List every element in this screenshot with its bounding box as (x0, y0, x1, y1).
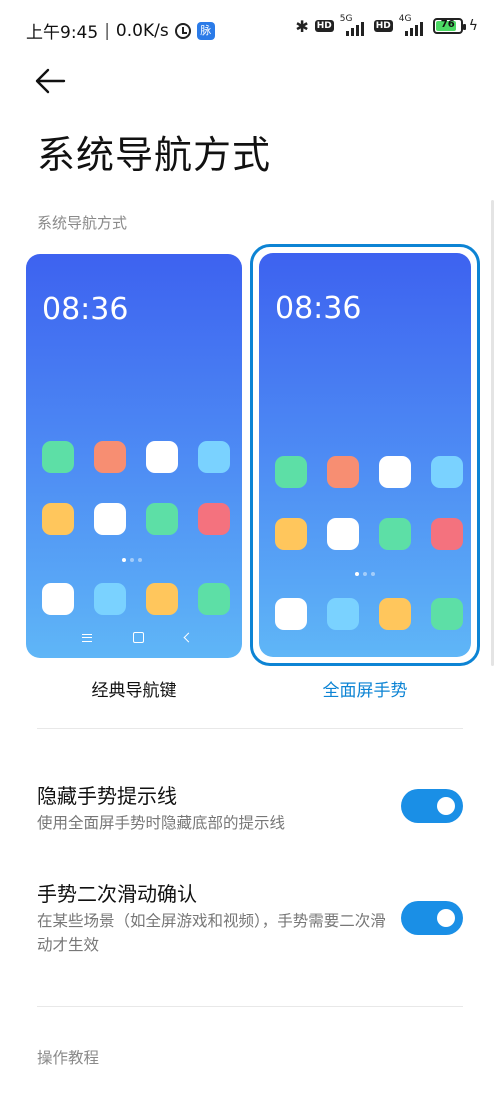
app-tile (327, 518, 359, 550)
hide-hint-line-description: 使用全面屏手势时隐藏底部的提示线 (37, 814, 286, 832)
dock-tile (431, 598, 463, 630)
section-title: 系统导航方式 (37, 214, 128, 232)
battery-level: 76 (440, 19, 455, 30)
app-tile (379, 456, 411, 488)
status-left: 上午9:45 | 0.0K/s 脉 (26, 18, 215, 43)
app-tile (94, 503, 126, 535)
cellular-signal-icon-1: 5G (340, 14, 368, 36)
gesture-nav-preview[interactable]: 08:36 (259, 253, 471, 657)
nav-keys (82, 632, 194, 643)
page-dots (355, 572, 375, 576)
dock-tile (146, 583, 178, 615)
app-tile (431, 456, 463, 488)
dock-tile (42, 583, 74, 615)
app-notification-badge: 脉 (196, 21, 215, 40)
app-tile (275, 456, 307, 488)
app-tile (94, 441, 126, 473)
gesture-nav-label[interactable]: 全面屏手势 (259, 676, 471, 701)
preview-clock: 08:36 (42, 292, 129, 327)
app-tile (327, 456, 359, 488)
double-swipe-confirm-toggle[interactable] (401, 901, 463, 935)
battery-icon: 76 (432, 18, 466, 34)
app-tile (146, 503, 178, 535)
hide-hint-line-title: 隐藏手势提示线 (37, 784, 177, 808)
status-time: 上午9:45 (26, 23, 99, 43)
status-separator: | (104, 20, 110, 41)
status-bar: 上午9:45 | 0.0K/s 脉 ✱ HD 5G HD 4G 76 ϟ (0, 0, 500, 58)
app-tile (42, 441, 74, 473)
charging-icon: ϟ (468, 18, 478, 34)
preview-clock: 08:36 (275, 291, 362, 326)
app-grid (275, 456, 463, 550)
app-tile (146, 441, 178, 473)
back-key-icon (183, 632, 194, 643)
toggle-knob (437, 797, 455, 815)
app-tile (379, 518, 411, 550)
dock-tile (327, 598, 359, 630)
page-dots (122, 558, 142, 562)
tutorial-link[interactable]: 操作教程 (37, 1046, 99, 1068)
app-tile (198, 503, 230, 535)
alarm-icon (174, 22, 191, 39)
cellular-signal-icon-2: 4G (399, 14, 427, 36)
status-right: ✱ HD 5G HD 4G 76 ϟ (295, 14, 478, 36)
menu-key-icon (82, 633, 92, 642)
network-speed: 0.0K/s (115, 20, 169, 41)
page-title: 系统导航方式 (37, 133, 272, 177)
hide-hint-line-toggle[interactable] (401, 789, 463, 823)
toggle-knob (437, 909, 455, 927)
divider (37, 1006, 463, 1007)
classic-nav-label[interactable]: 经典导航键 (26, 676, 242, 701)
double-swipe-confirm-description: 在某些场景（如全屏游戏和视频），手势需要二次滑动才生效 (37, 912, 386, 954)
scrollbar[interactable] (491, 200, 494, 666)
dock-tile (379, 598, 411, 630)
divider (37, 728, 463, 729)
double-swipe-confirm-title: 手势二次滑动确认 (37, 882, 197, 906)
back-arrow-icon[interactable] (34, 66, 68, 96)
dock (275, 598, 463, 630)
bluetooth-icon: ✱ (295, 16, 309, 36)
hd-badge-1: HD (314, 20, 334, 32)
classic-nav-preview[interactable]: 08:36 (26, 254, 242, 658)
app-grid (42, 441, 230, 535)
dock-tile (198, 583, 230, 615)
app-tile (275, 518, 307, 550)
app-tile (431, 518, 463, 550)
home-key-icon (133, 632, 144, 643)
app-tile (42, 503, 74, 535)
dock-tile (94, 583, 126, 615)
dock-tile (275, 598, 307, 630)
dock (42, 583, 230, 615)
app-tile (198, 441, 230, 473)
hd-badge-2: HD (373, 20, 393, 32)
